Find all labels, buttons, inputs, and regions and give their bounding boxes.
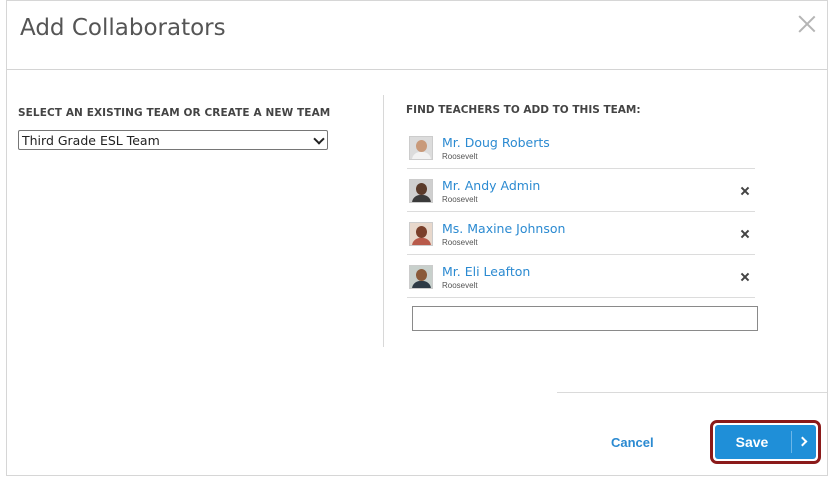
avatar [409, 222, 433, 246]
save-button[interactable]: Save [715, 425, 816, 459]
column-divider [383, 95, 384, 347]
remove-icon[interactable] [740, 272, 750, 282]
teacher-name-link[interactable]: Ms. Maxine Johnson [442, 221, 565, 236]
teacher-school: Roosevelt [442, 152, 478, 161]
footer-divider [557, 392, 827, 393]
teacher-school: Roosevelt [442, 195, 478, 204]
header-divider [7, 69, 827, 70]
save-button-divider [791, 431, 792, 453]
teacher-row: Mr. Andy Admin Roosevelt [407, 169, 755, 212]
teacher-school: Roosevelt [442, 238, 478, 247]
teacher-row: Mr. Doug Roberts Roosevelt [407, 126, 755, 169]
add-collaborators-dialog: Add Collaborators SELECT AN EXISTING TEA… [6, 0, 828, 476]
save-button-label: Save [735, 434, 769, 450]
dialog-title: Add Collaborators [20, 15, 226, 41]
find-teachers-label: FIND TEACHERS TO ADD TO THIS TEAM: [406, 104, 641, 116]
teacher-name-link[interactable]: Mr. Andy Admin [442, 178, 540, 193]
team-select-value: Third Grade ESL Team [22, 132, 160, 148]
avatar [409, 265, 433, 289]
team-select[interactable]: Third Grade ESL Team [18, 130, 328, 150]
cancel-button[interactable]: Cancel [611, 435, 654, 450]
remove-icon[interactable] [740, 186, 750, 196]
remove-icon[interactable] [740, 229, 750, 239]
teacher-search-input[interactable] [412, 306, 758, 331]
avatar [409, 179, 433, 203]
avatar [409, 136, 433, 160]
teacher-school: Roosevelt [442, 281, 478, 290]
chevron-right-icon [797, 436, 808, 447]
teacher-row: Ms. Maxine Johnson Roosevelt [407, 212, 755, 255]
close-icon[interactable] [797, 14, 817, 34]
teacher-name-link[interactable]: Mr. Eli Leafton [442, 264, 530, 279]
teacher-row: Mr. Eli Leafton Roosevelt [407, 255, 755, 298]
teacher-list: Mr. Doug Roberts Roosevelt Mr. Andy Admi… [407, 126, 755, 298]
chevron-down-icon [313, 133, 325, 145]
team-select-label: SELECT AN EXISTING TEAM OR CREATE A NEW … [18, 107, 331, 119]
teacher-name-link[interactable]: Mr. Doug Roberts [442, 135, 550, 150]
